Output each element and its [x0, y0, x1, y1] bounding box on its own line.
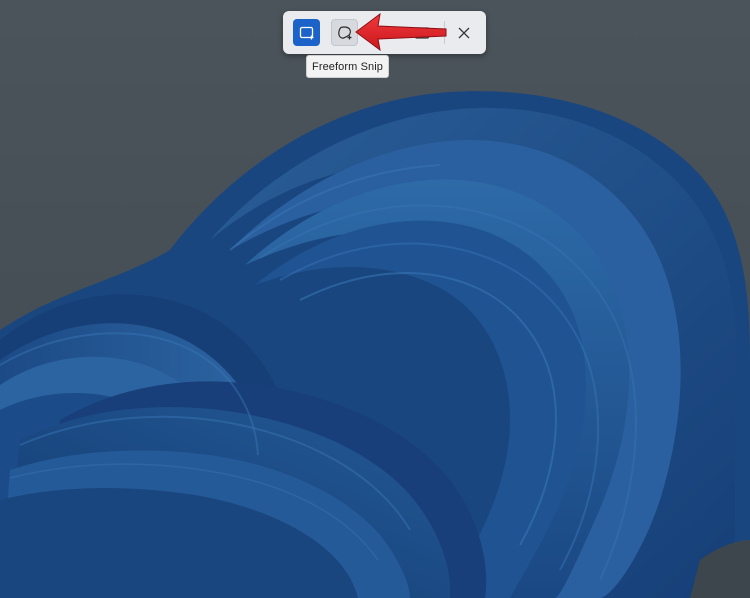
close-icon [458, 27, 469, 38]
tooltip: Freeform Snip [306, 55, 389, 78]
annotation-arrow-icon [355, 12, 447, 52]
freeform-snip-icon [337, 25, 351, 39]
wallpaper [0, 0, 750, 598]
rectangular-snip-button[interactable] [293, 19, 320, 46]
close-button[interactable] [450, 19, 477, 46]
desktop-screen: Freeform Snip [0, 0, 750, 598]
rectangle-snip-icon [299, 26, 313, 39]
